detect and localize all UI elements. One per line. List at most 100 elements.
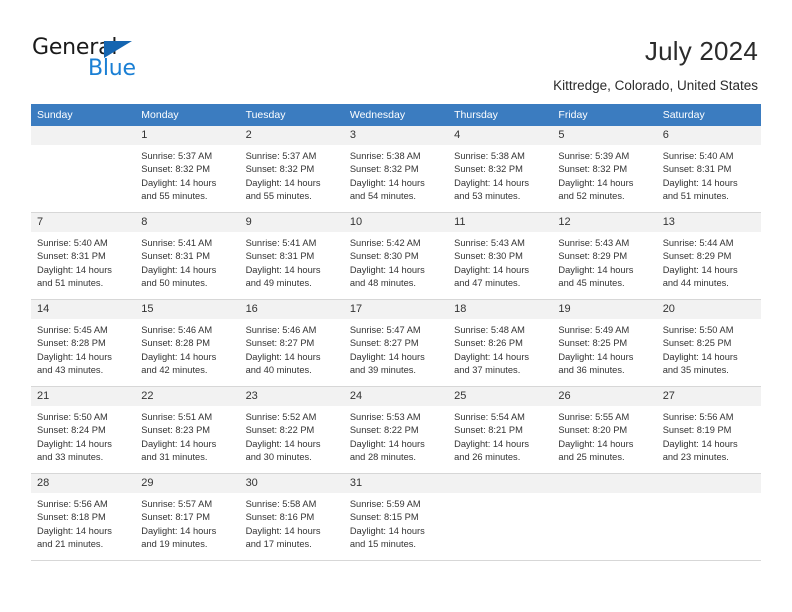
day-cell-content: 20 Sunrise: 5:50 AM Sunset: 8:25 PM Dayligh… xyxy=(656,300,761,386)
day-cell-content: 5 Sunrise: 5:39 AM Sunset: 8:32 PM Daylight… xyxy=(552,126,657,212)
calendar-day-cell[interactable]: 26 Sunrise: 5:55 AM Sunset: 8:20 PM Dayligh… xyxy=(552,386,657,474)
calendar-day-cell[interactable]: 16 Sunrise: 5:46 AM Sunset: 8:27 PM Dayligh… xyxy=(239,299,344,387)
calendar-day-cell[interactable]: 14 Sunrise: 5:45 AM Sunset: 8:28 PM Dayligh… xyxy=(31,299,136,387)
daylight-text-line1: Daylight: 14 hours xyxy=(662,177,738,188)
calendar-day-cell[interactable]: 15 Sunrise: 5:46 AM Sunset: 8:28 PM Dayligh… xyxy=(135,299,240,387)
weekday-header-sunday: Sunday xyxy=(31,104,136,126)
day-sun-info: Sunrise: 5:58 AM Sunset: 8:16 PM Daylight:… xyxy=(240,493,344,552)
day-cell-content: 6 Sunrise: 5:40 AM Sunset: 8:31 PM Daylight… xyxy=(656,126,761,212)
calendar-day-cell[interactable]: 25 Sunrise: 5:54 AM Sunset: 8:21 PM Dayligh… xyxy=(448,386,553,474)
sunrise-text: Sunrise: 5:52 AM xyxy=(245,412,317,422)
day-sun-info: Sunrise: 5:39 AM Sunset: 8:32 PM Daylight:… xyxy=(552,145,656,204)
day-cell-content: 10 Sunrise: 5:42 AM Sunset: 8:30 PM Dayligh… xyxy=(343,213,449,299)
calendar-day-cell[interactable]: 9 Sunrise: 5:41 AM Sunset: 8:31 PM Daylight… xyxy=(239,212,344,300)
calendar-day-cell[interactable]: 24 Sunrise: 5:53 AM Sunset: 8:22 PM Dayligh… xyxy=(343,386,449,474)
daylight-text-line1: Daylight: 14 hours xyxy=(349,177,425,188)
calendar-week-row: 14 Sunrise: 5:45 AM Sunset: 8:28 PM Dayligh… xyxy=(31,299,761,387)
calendar-day-cell[interactable]: 3 Sunrise: 5:38 AM Sunset: 8:32 PM Daylight… xyxy=(343,126,449,213)
sunset-text: Sunset: 8:31 PM xyxy=(37,251,106,262)
daylight-text-line2: and 49 minutes. xyxy=(245,278,312,289)
day-cell-content: 14 Sunrise: 5:45 AM Sunset: 8:28 PM Dayligh… xyxy=(31,300,136,386)
day-number: 22 xyxy=(135,387,240,406)
sunset-text: Sunset: 8:31 PM xyxy=(141,251,211,262)
calendar-day-cell[interactable]: 23 Sunrise: 5:52 AM Sunset: 8:22 PM Dayligh… xyxy=(239,386,344,474)
calendar-header: Sunday Monday Tuesday Wednesday Thursday… xyxy=(31,104,761,126)
sunrise-text: Sunrise: 5:51 AM xyxy=(141,412,213,422)
day-number: 11 xyxy=(448,213,553,232)
sunrise-text: Sunrise: 5:55 AM xyxy=(558,412,630,422)
day-number: 14 xyxy=(31,300,136,319)
calendar-day-cell[interactable]: 18 Sunrise: 5:48 AM Sunset: 8:26 PM Dayligh… xyxy=(448,299,553,387)
day-number: 23 xyxy=(239,387,344,406)
daylight-text-line2: and 42 minutes. xyxy=(141,365,208,376)
general-blue-logo[interactable]: General Blue xyxy=(32,36,172,84)
sunset-text: Sunset: 8:29 PM xyxy=(558,251,628,262)
calendar-empty-cell xyxy=(31,126,136,213)
day-cell-content: 1 Sunrise: 5:37 AM Sunset: 8:32 PM Daylight… xyxy=(135,126,240,212)
calendar-day-cell[interactable]: 31 Sunrise: 5:59 AM Sunset: 8:15 PM Dayligh… xyxy=(343,473,449,561)
daylight-text-line1: Daylight: 14 hours xyxy=(37,264,112,275)
day-number: 1 xyxy=(135,126,240,145)
calendar-day-cell[interactable]: 30 Sunrise: 5:58 AM Sunset: 8:16 PM Dayligh… xyxy=(239,473,344,561)
daylight-text-line1: Daylight: 14 hours xyxy=(558,438,634,449)
daylight-text-line1: Daylight: 14 hours xyxy=(141,525,217,536)
day-sun-info: Sunrise: 5:55 AM Sunset: 8:20 PM Daylight:… xyxy=(552,406,656,465)
sunset-text: Sunset: 8:31 PM xyxy=(245,251,315,262)
calendar-day-cell[interactable]: 17 Sunrise: 5:47 AM Sunset: 8:27 PM Dayligh… xyxy=(343,299,449,387)
sunset-text: Sunset: 8:28 PM xyxy=(37,338,106,349)
day-number: 24 xyxy=(343,387,449,406)
calendar-day-cell[interactable]: 28 Sunrise: 5:56 AM Sunset: 8:18 PM Dayligh… xyxy=(31,473,136,561)
day-number xyxy=(552,474,657,493)
daylight-text-line2: and 39 minutes. xyxy=(349,365,416,376)
calendar-day-cell[interactable]: 4 Sunrise: 5:38 AM Sunset: 8:32 PM Daylight… xyxy=(448,126,553,213)
calendar-day-cell[interactable]: 7 Sunrise: 5:40 AM Sunset: 8:31 PM Daylight… xyxy=(31,212,136,300)
calendar-day-cell[interactable]: 11 Sunrise: 5:43 AM Sunset: 8:30 PM Dayligh… xyxy=(448,212,553,300)
calendar-day-cell[interactable]: 12 Sunrise: 5:43 AM Sunset: 8:29 PM Dayligh… xyxy=(552,212,657,300)
sunrise-text: Sunrise: 5:45 AM xyxy=(37,325,108,335)
calendar-day-cell[interactable]: 10 Sunrise: 5:42 AM Sunset: 8:30 PM Dayligh… xyxy=(343,212,449,300)
weekday-header-saturday: Saturday xyxy=(656,104,761,126)
calendar-day-cell[interactable]: 8 Sunrise: 5:41 AM Sunset: 8:31 PM Daylight… xyxy=(135,212,240,300)
day-cell-content: 29 Sunrise: 5:57 AM Sunset: 8:17 PM Dayligh… xyxy=(135,474,240,560)
sunrise-text: Sunrise: 5:50 AM xyxy=(662,325,734,335)
sunset-text: Sunset: 8:32 PM xyxy=(349,164,419,175)
day-number: 30 xyxy=(239,474,344,493)
day-number: 20 xyxy=(656,300,761,319)
sunset-text: Sunset: 8:27 PM xyxy=(349,338,419,349)
calendar-day-cell[interactable]: 22 Sunrise: 5:51 AM Sunset: 8:23 PM Dayligh… xyxy=(135,386,240,474)
daylight-text-line2: and 47 minutes. xyxy=(454,278,521,289)
sunset-text: Sunset: 8:18 PM xyxy=(37,512,106,523)
day-sun-info: Sunrise: 5:42 AM Sunset: 8:30 PM Daylight:… xyxy=(344,232,448,291)
calendar-week-row: 7 Sunrise: 5:40 AM Sunset: 8:31 PM Daylight… xyxy=(31,212,761,300)
weekday-header-thursday: Thursday xyxy=(448,104,553,126)
daylight-text-line2: and 30 minutes. xyxy=(245,452,312,463)
sunrise-text: Sunrise: 5:44 AM xyxy=(662,238,734,248)
calendar-day-cell[interactable]: 21 Sunrise: 5:50 AM Sunset: 8:24 PM Dayligh… xyxy=(31,386,136,474)
calendar-day-cell[interactable]: 27 Sunrise: 5:56 AM Sunset: 8:19 PM Dayligh… xyxy=(656,386,761,474)
sunset-text: Sunset: 8:30 PM xyxy=(454,251,523,262)
calendar-day-cell[interactable]: 20 Sunrise: 5:50 AM Sunset: 8:25 PM Dayligh… xyxy=(656,299,761,387)
day-sun-info: Sunrise: 5:40 AM Sunset: 8:31 PM Daylight:… xyxy=(31,232,135,291)
day-cell-content: 19 Sunrise: 5:49 AM Sunset: 8:25 PM Dayligh… xyxy=(552,300,657,386)
calendar-day-cell[interactable]: 29 Sunrise: 5:57 AM Sunset: 8:17 PM Dayligh… xyxy=(135,473,240,561)
sunrise-text: Sunrise: 5:49 AM xyxy=(558,325,630,335)
sunset-text: Sunset: 8:25 PM xyxy=(662,338,732,349)
daylight-text-line1: Daylight: 14 hours xyxy=(141,264,217,275)
day-sun-info: Sunrise: 5:50 AM Sunset: 8:24 PM Daylight:… xyxy=(31,406,135,465)
day-number: 29 xyxy=(135,474,240,493)
day-number: 13 xyxy=(656,213,761,232)
calendar-day-cell[interactable]: 5 Sunrise: 5:39 AM Sunset: 8:32 PM Daylight… xyxy=(552,126,657,213)
page-subtitle-location: Kittredge, Colorado, United States xyxy=(553,78,758,93)
calendar-day-cell[interactable]: 13 Sunrise: 5:44 AM Sunset: 8:29 PM Dayligh… xyxy=(656,212,761,300)
sunset-text: Sunset: 8:20 PM xyxy=(558,425,628,436)
day-cell-content xyxy=(552,474,657,560)
daylight-text-line2: and 52 minutes. xyxy=(558,191,625,202)
day-number: 21 xyxy=(31,387,136,406)
calendar-day-cell[interactable]: 19 Sunrise: 5:49 AM Sunset: 8:25 PM Dayligh… xyxy=(552,299,657,387)
calendar-day-cell[interactable]: 6 Sunrise: 5:40 AM Sunset: 8:31 PM Daylight… xyxy=(656,126,761,213)
day-cell-content: 30 Sunrise: 5:58 AM Sunset: 8:16 PM Dayligh… xyxy=(239,474,344,560)
sunrise-text: Sunrise: 5:40 AM xyxy=(37,238,108,248)
calendar-day-cell[interactable]: 1 Sunrise: 5:37 AM Sunset: 8:32 PM Daylight… xyxy=(135,126,240,213)
calendar-day-cell[interactable]: 2 Sunrise: 5:37 AM Sunset: 8:32 PM Daylight… xyxy=(239,126,344,213)
daylight-text-line1: Daylight: 14 hours xyxy=(245,351,321,362)
